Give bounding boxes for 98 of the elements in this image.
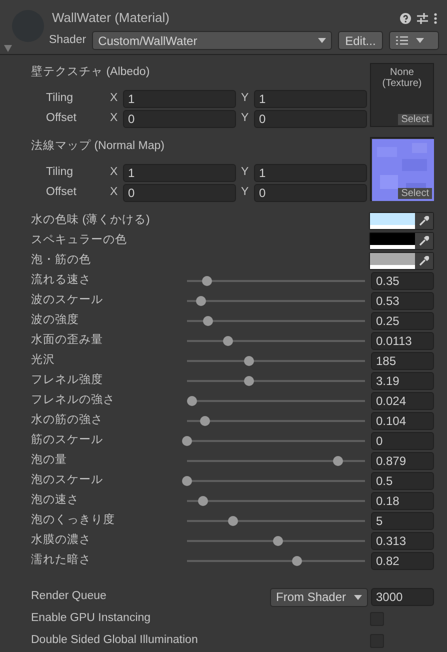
number-field[interactable]: 0	[254, 110, 367, 128]
property-label: フレネルの強さ	[31, 392, 115, 408]
property-label: 泡のくっきり度	[31, 512, 115, 528]
eyedropper-icon[interactable]	[415, 253, 433, 269]
slider-thumb[interactable]	[244, 356, 254, 366]
number-field[interactable]: 0.25	[371, 312, 434, 330]
number-field[interactable]: 185	[371, 352, 434, 370]
number-field[interactable]: 1	[123, 164, 236, 182]
number-field[interactable]: 0	[371, 432, 434, 450]
slider-thumb[interactable]	[222, 336, 233, 346]
field-label: Offset	[45, 111, 78, 126]
slider-thumb[interactable]	[272, 536, 283, 546]
list-menu-button[interactable]	[388, 31, 439, 50]
field-label: Offset	[45, 185, 78, 200]
property-label: 水面の歪み量	[31, 332, 103, 348]
property-label: 泡の速さ	[31, 492, 79, 508]
axis-label: Y	[241, 185, 250, 200]
color-swatch[interactable]	[370, 213, 415, 229]
number-field[interactable]: 1	[254, 164, 367, 182]
caret-icon	[354, 594, 362, 600]
axis-label: X	[110, 185, 119, 200]
select-button[interactable]: Select	[398, 114, 432, 125]
property-label: フレネル強度	[31, 372, 103, 388]
axis-label: X	[110, 165, 119, 180]
property-label: 濡れた暗さ	[31, 552, 91, 568]
texture-slot[interactable]: Select	[370, 137, 434, 201]
slider-thumb[interactable]	[333, 456, 344, 466]
number-field[interactable]: 0.024	[371, 392, 434, 410]
axis-label: Y	[241, 165, 250, 180]
eyedropper-icon[interactable]	[415, 213, 433, 229]
select-button[interactable]: Select	[398, 188, 432, 199]
property-label: Render Queue	[31, 589, 106, 604]
number-field[interactable]: 0	[123, 184, 236, 202]
property-label: Double Sided Global Illumination	[31, 633, 198, 648]
more-icon[interactable]	[434, 10, 437, 26]
number-field[interactable]: 1	[123, 90, 236, 108]
number-field[interactable]: 0.5	[371, 472, 434, 490]
property-label: 光沢	[31, 352, 55, 368]
number-field[interactable]: 3.19	[371, 372, 434, 390]
slider-thumb[interactable]	[202, 276, 212, 286]
window-title: WallWater (Material)	[52, 9, 170, 27]
slider-thumb[interactable]	[196, 296, 206, 306]
axis-label: Y	[241, 111, 250, 126]
slider-thumb[interactable]	[228, 516, 238, 526]
slider-thumb[interactable]	[203, 316, 214, 326]
number-field[interactable]: 0	[254, 184, 367, 202]
number-field[interactable]: 0.313	[371, 532, 434, 550]
shader-label: Shader	[49, 32, 86, 48]
edit-button[interactable]: Edit...	[338, 31, 383, 50]
slider-thumb[interactable]	[244, 376, 254, 386]
axis-label: Y	[241, 91, 250, 106]
property-label: Enable GPU Instancing	[31, 611, 151, 626]
axis-label: X	[110, 111, 119, 126]
texture-none-label: None (Texture)	[381, 66, 423, 89]
shader-dropdown[interactable]: Custom/WallWater	[92, 31, 332, 50]
number-field[interactable]: 0.18	[371, 492, 434, 510]
number-field[interactable]: 1	[254, 90, 367, 108]
number-field[interactable]: 5	[371, 512, 434, 530]
property-label: 泡の量	[31, 452, 67, 468]
number-field[interactable]: 0.82	[371, 552, 434, 570]
slider-thumb[interactable]	[200, 416, 210, 426]
property-label: 水の筋の強さ	[31, 412, 103, 428]
texture-label: 壁テクスチャ (Albedo)	[31, 64, 151, 80]
property-label: 筋のスケール	[31, 432, 103, 448]
property-label: 水膜の濃さ	[31, 532, 91, 548]
axis-label: X	[110, 91, 119, 106]
number-field[interactable]: 0.104	[371, 412, 434, 430]
color-swatch[interactable]	[370, 233, 415, 249]
texture-label: 法線マップ (Normal Map)	[31, 138, 166, 154]
texture-slot[interactable]: None (Texture) Select	[370, 63, 434, 127]
render-queue-dropdown[interactable]: From Shader	[270, 588, 368, 606]
property-label: スペキュラーの色	[31, 232, 127, 248]
property-label: 水の色味 (薄くかける)	[31, 212, 150, 228]
number-field[interactable]: 0.879	[371, 452, 434, 470]
caret-icon	[416, 38, 424, 43]
eyedropper-icon[interactable]	[415, 233, 433, 249]
number-field[interactable]: 0.0113	[371, 332, 434, 350]
settings-icon[interactable]	[417, 10, 428, 26]
list-icon	[396, 36, 408, 45]
slider-thumb[interactable]	[187, 396, 198, 406]
number-field[interactable]: 0.35	[371, 272, 434, 290]
color-swatch[interactable]	[370, 253, 415, 269]
number-field[interactable]: 3000	[371, 588, 434, 606]
help-icon[interactable]	[400, 10, 411, 26]
field-label: Tiling	[45, 91, 74, 106]
caret-icon	[318, 38, 326, 43]
property-label: 波のスケール	[31, 292, 103, 308]
slider-thumb[interactable]	[198, 496, 208, 506]
number-field[interactable]: 0.53	[371, 292, 434, 310]
property-label: 泡・筋の色	[31, 252, 91, 268]
slider-thumb[interactable]	[182, 476, 192, 486]
field-label: Tiling	[45, 165, 74, 180]
number-field[interactable]: 0	[123, 110, 236, 128]
slider-thumb[interactable]	[292, 556, 302, 566]
property-label: 波の強度	[31, 312, 79, 328]
property-label: 流れる速さ	[31, 272, 91, 288]
property-label: 泡のスケール	[31, 472, 103, 488]
slider-thumb[interactable]	[182, 436, 192, 446]
